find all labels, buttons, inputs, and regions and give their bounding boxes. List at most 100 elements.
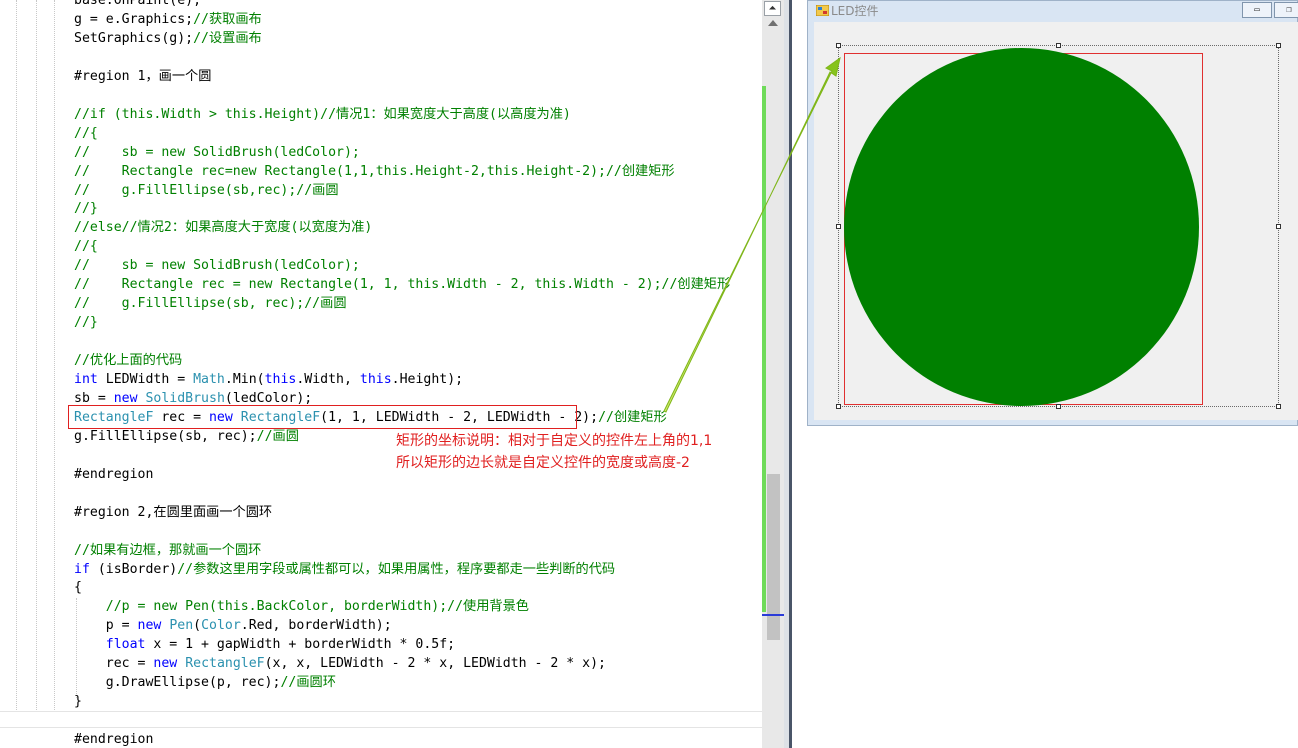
code-token: //如果有边框，那就画一个圆环 (74, 542, 262, 558)
code-line[interactable]: // sb = new SolidBrush(ledColor); (74, 256, 360, 275)
code-line[interactable]: } (74, 692, 82, 711)
annotation-text: 矩形的坐标说明：相对于自定义的控件左上角的1,1 所以矩形的边长就是自定义控件的… (396, 430, 712, 474)
code-token: ( (193, 618, 202, 634)
code-token: // sb = new SolidBrush(ledColor); (74, 144, 360, 160)
code-token: Color (201, 618, 241, 634)
code-token: //} (74, 201, 98, 217)
code-line[interactable]: //} (74, 313, 98, 332)
code-line[interactable]: #region 1，画一个圆 (74, 67, 211, 86)
scroll-up-arrow-icon[interactable] (768, 20, 778, 26)
code-token: //else//情况2：如果高度大于宽度(以宽度为准) (74, 220, 373, 236)
code-token: //if (this.Width > this.Height)//情况1：如果宽… (74, 106, 571, 122)
code-token: //获取画布 (193, 11, 262, 27)
code-token: //画圆环 (280, 675, 336, 691)
code-token: .Width, (296, 372, 360, 387)
resize-handle-top-right[interactable] (1276, 43, 1281, 48)
code-line[interactable]: //如果有边框，那就画一个圆环 (74, 541, 261, 560)
code-line[interactable]: // g.FillEllipse(sb,rec);//画圆 (74, 181, 339, 200)
code-token: int (74, 372, 98, 387)
code-line[interactable]: g.FillEllipse(sb, rec);//画圆 (74, 427, 299, 446)
code-token: g = e.Graphics; (74, 11, 194, 27)
resize-handle-bottom[interactable] (1056, 404, 1061, 409)
code-line[interactable]: g = e.Graphics;//获取画布 (74, 10, 262, 29)
code-editor[interactable]: base.OnPaint(e); g = e.Graphics;//获取画布 Set… (0, 0, 762, 748)
code-token: #region 1，画一个圆 (74, 68, 212, 84)
code-line[interactable]: //p = new Pen(this.BackColor, borderWidt… (74, 597, 529, 616)
code-token: #endregion (74, 732, 154, 748)
code-line[interactable]: // sb = new SolidBrush(ledColor); (74, 143, 360, 162)
code-line[interactable]: SetGraphics(g);//设置画布 (74, 29, 262, 48)
code-token: //p = new Pen(this.BackColor, borderWidt… (105, 599, 529, 615)
code-line[interactable]: if (isBorder)//参数这里用字段或属性都可以，如果用属性，程序要都走… (74, 560, 615, 579)
code-line[interactable]: g.DrawEllipse(p, rec);//画圆环 (74, 673, 336, 692)
code-token: // sb = new SolidBrush(ledColor); (74, 258, 360, 274)
code-line[interactable]: //} (74, 199, 98, 218)
code-line[interactable]: // g.FillEllipse(sb, rec);//画圆 (74, 294, 347, 313)
led-control-selection[interactable] (838, 45, 1279, 407)
code-line[interactable]: //{ (74, 237, 98, 256)
code-token: new (113, 390, 138, 406)
code-line[interactable]: //if (this.Width > this.Height)//情况1：如果宽… (74, 105, 571, 124)
indent-guide (54, 0, 55, 712)
code-token: #endregion (74, 466, 154, 482)
code-token: //{ (74, 125, 98, 141)
indent-guide (16, 0, 17, 712)
code-line[interactable]: #region 2,在圆里面画一个圆环 (74, 503, 272, 522)
code-token: new (153, 656, 178, 672)
code-token: SetGraphics(g); (74, 30, 194, 46)
code-token: SolidBrush (145, 390, 225, 406)
code-line[interactable]: //else//情况2：如果高度大于宽度(以宽度为准) (74, 218, 372, 237)
code-token: this (359, 372, 392, 387)
code-line[interactable]: p = new Pen(Color.Red, borderWidth); (74, 616, 392, 635)
code-token: //画圆 (256, 428, 299, 444)
code-line[interactable]: base.OnPaint(e); (74, 0, 201, 10)
code-line[interactable]: { (74, 578, 82, 597)
code-token: (x, x, LEDWidth - 2 * x, LEDWidth - 2 * … (264, 656, 606, 672)
code-token: .Red, borderWidth); (240, 618, 392, 634)
code-line[interactable]: // Rectangle rec=new Rectangle(1,1,this.… (74, 162, 675, 181)
highlight-box-rectanglef-line (68, 405, 577, 429)
code-token: base.OnPaint(e); (74, 0, 202, 8)
code-token: // Rectangle rec = new Rectangle(1, 1, t… (74, 277, 731, 293)
code-token: // Rectangle rec=new Rectangle(1,1,this.… (74, 163, 675, 179)
resize-handle-top[interactable] (1056, 43, 1061, 48)
code-line[interactable]: //{ (74, 124, 98, 143)
resize-handle-bottom-left[interactable] (836, 404, 841, 409)
annotation-line-1: 矩形的坐标说明：相对于自定义的控件左上角的1,1 (396, 433, 713, 449)
code-token: (isBorder) (89, 561, 178, 577)
code-token: { (74, 580, 82, 596)
code-line[interactable]: //优化上面的代码 (74, 351, 182, 370)
code-token: //} (74, 315, 98, 331)
code-token: // g.FillEllipse(sb,rec);//画圆 (74, 182, 339, 198)
restore-button[interactable]: ❐ (1274, 2, 1298, 18)
editor-separator (0, 711, 762, 712)
change-tracking-bar (762, 86, 766, 612)
code-token: RectangleF (185, 656, 265, 672)
code-token: LEDWidth = (97, 372, 194, 387)
editor-separator (0, 727, 762, 728)
caret-position-marker (762, 614, 784, 616)
code-token: rec = (74, 656, 154, 672)
code-token: Pen (169, 618, 194, 634)
resize-handle-bottom-right[interactable] (1276, 404, 1281, 409)
code-line[interactable]: rec = new RectangleF(x, x, LEDWidth - 2 … (74, 654, 606, 673)
code-token: x = 1 + gapWidth + borderWidth * 0.5f; (145, 637, 456, 653)
code-line[interactable]: float x = 1 + gapWidth + borderWidth * 0… (74, 635, 455, 654)
resize-handle-right[interactable] (1276, 224, 1281, 229)
code-line[interactable]: // Rectangle rec = new Rectangle(1, 1, t… (74, 275, 730, 294)
split-window-button[interactable]: ⏶ (764, 1, 781, 16)
resize-handle-top-left[interactable] (836, 43, 841, 48)
code-line[interactable]: #endregion (74, 465, 153, 484)
code-token: g.DrawEllipse(p, rec); (74, 675, 281, 691)
code-line[interactable]: #endregion (74, 730, 153, 748)
code-token: .Min( (224, 372, 265, 387)
code-token: .Height); (391, 372, 464, 387)
minimize-button[interactable]: ▭ (1242, 2, 1272, 18)
code-token: #region 2,在圆里面画一个圆环 (74, 504, 273, 520)
form-app-icon (816, 5, 829, 16)
code-line[interactable]: int LEDWidth = Math.Min(this.Width, this… (74, 370, 463, 389)
annotation-line-2: 所以矩形的边长就是自定义控件的宽度或高度-2 (396, 455, 690, 471)
resize-handle-left[interactable] (836, 224, 841, 229)
